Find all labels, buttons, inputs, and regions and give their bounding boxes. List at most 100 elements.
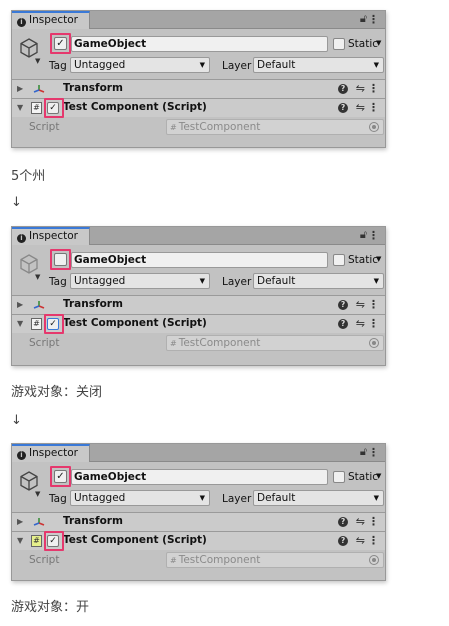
preset-icon[interactable]: ⇋ [356, 317, 365, 330]
script-field[interactable]: # TestComponent [166, 119, 384, 135]
layer-dropdown[interactable]: Default ▼ [253, 490, 384, 506]
fold-right-icon[interactable]: ▶ [17, 516, 23, 528]
transform-axis-icon [33, 301, 45, 309]
transform-axis-icon [33, 85, 45, 93]
object-picker-icon[interactable] [369, 338, 379, 348]
preset-icon[interactable]: ⇋ [356, 82, 365, 95]
layer-dropdown[interactable]: Default ▼ [253, 57, 384, 73]
static-caret-icon[interactable]: ▼ [376, 255, 381, 263]
transform-label: Transform [63, 82, 123, 94]
inspector-tab[interactable]: i Inspector [12, 11, 90, 29]
layer-dropdown[interactable]: Default ▼ [253, 273, 384, 289]
script-hash-icon: # [31, 102, 42, 114]
tab-label: Inspector [29, 230, 78, 242]
gameobject-name-field[interactable]: GameObject [71, 469, 328, 485]
lock-icon[interactable]: 🔓︎ [360, 12, 367, 26]
layer-value: Default [257, 275, 296, 287]
help-icon[interactable]: ? [338, 300, 348, 310]
help-icon[interactable]: ? [338, 517, 348, 527]
info-icon: i [17, 234, 26, 243]
menu-dots-icon[interactable]: ⋮ [368, 298, 379, 311]
static-checkbox[interactable] [333, 471, 345, 483]
script-value: TestComponent [178, 121, 261, 133]
fold-right-icon[interactable]: ▶ [17, 83, 23, 95]
preset-icon[interactable]: ⇋ [356, 101, 365, 114]
fold-right-icon[interactable]: ▶ [17, 299, 23, 311]
menu-dots-icon[interactable]: ⋮ [368, 13, 379, 26]
down-arrow: ↓ [11, 195, 22, 210]
menu-dots-icon[interactable]: ⋮ [368, 229, 379, 242]
inspector-tab-bar: i Inspector 🔓︎ ⋮ [12, 11, 385, 29]
script-value: TestComponent [178, 337, 261, 349]
static-caret-icon[interactable]: ▼ [376, 39, 381, 47]
script-hash-icon: # [31, 535, 42, 547]
chevron-down-icon: ▼ [199, 494, 205, 502]
highlight-box-object [50, 33, 71, 54]
preset-icon[interactable]: ⇋ [356, 298, 365, 311]
static-checkbox[interactable] [333, 254, 345, 266]
icon-dropdown-caret-icon[interactable]: ▼ [35, 490, 40, 498]
object-picker-icon[interactable] [369, 122, 379, 132]
static-label: Static [348, 38, 379, 50]
transform-component-header[interactable]: ▶ Transform ? ⇋ ⋮ [12, 296, 385, 314]
object-picker-icon[interactable] [369, 555, 379, 565]
highlight-box-object [50, 249, 71, 270]
tag-dropdown[interactable]: Untagged ▼ [70, 57, 210, 73]
menu-dots-icon[interactable]: ⋮ [368, 515, 379, 528]
chevron-down-icon: ▼ [199, 277, 205, 285]
component-label: Test Component (Script) [63, 534, 207, 546]
test-component-header[interactable]: ▼ # ✓ Test Component (Script) ? ⇋ ⋮ [12, 99, 385, 117]
inspector-tab[interactable]: i Inspector [12, 444, 90, 462]
help-icon[interactable]: ? [338, 103, 348, 113]
menu-dots-icon[interactable]: ⋮ [368, 534, 379, 547]
preset-icon[interactable]: ⇋ [356, 515, 365, 528]
tag-dropdown[interactable]: Untagged ▼ [70, 273, 210, 289]
help-icon[interactable]: ? [338, 536, 348, 546]
down-arrow: ↓ [11, 413, 22, 428]
script-hash-icon: # [170, 339, 177, 348]
script-field[interactable]: # TestComponent [166, 552, 384, 568]
layer-value: Default [257, 59, 296, 71]
caption-2: 游戏对象：关闭 [11, 385, 103, 400]
layer-label: Layer [222, 276, 252, 288]
gameobject-name-field[interactable]: GameObject [71, 252, 328, 268]
caption-3: 游戏对象：开 [11, 600, 90, 615]
chevron-down-icon: ▼ [199, 61, 205, 69]
menu-dots-icon[interactable]: ⋮ [368, 446, 379, 459]
icon-dropdown-caret-icon[interactable]: ▼ [35, 57, 40, 65]
test-component-header[interactable]: ▼ # ✓ Test Component (Script) ? ⇋ ⋮ [12, 315, 385, 333]
inspector-tab[interactable]: i Inspector [12, 227, 90, 245]
chevron-down-icon: ▼ [373, 61, 379, 69]
test-component-header[interactable]: ▼ # ✓ Test Component (Script) ? ⇋ ⋮ [12, 532, 385, 550]
lock-icon[interactable]: 🔓︎ [360, 445, 367, 459]
static-checkbox[interactable] [333, 38, 345, 50]
menu-dots-icon[interactable]: ⋮ [368, 101, 379, 114]
fold-down-icon[interactable]: ▼ [17, 102, 23, 114]
fold-down-icon[interactable]: ▼ [17, 318, 23, 330]
tag-value: Untagged [74, 59, 126, 71]
highlight-box-component [44, 314, 64, 334]
gameobject-name-field[interactable]: GameObject [71, 36, 328, 52]
script-label: Script [29, 121, 60, 133]
tag-dropdown[interactable]: Untagged ▼ [70, 490, 210, 506]
lock-icon[interactable]: 🔓︎ [360, 228, 367, 242]
fold-down-icon[interactable]: ▼ [17, 535, 23, 547]
transform-axis-icon [33, 518, 45, 526]
help-icon[interactable]: ? [338, 84, 348, 94]
menu-dots-icon[interactable]: ⋮ [368, 82, 379, 95]
menu-dots-icon[interactable]: ⋮ [368, 317, 379, 330]
caption-1: 5个州 [11, 169, 46, 184]
help-icon[interactable]: ? [338, 319, 348, 329]
transform-label: Transform [63, 298, 123, 310]
script-field[interactable]: # TestComponent [166, 335, 384, 351]
icon-dropdown-caret-icon[interactable]: ▼ [35, 273, 40, 281]
transform-component-header[interactable]: ▶ Transform ? ⇋ ⋮ [12, 513, 385, 531]
layer-label: Layer [222, 493, 252, 505]
layer-value: Default [257, 492, 296, 504]
static-caret-icon[interactable]: ▼ [376, 472, 381, 480]
component-label: Test Component (Script) [63, 317, 207, 329]
preset-icon[interactable]: ⇋ [356, 534, 365, 547]
script-hash-icon: # [170, 556, 177, 565]
transform-component-header[interactable]: ▶ Transform ? ⇋ ⋮ [12, 80, 385, 98]
info-icon: i [17, 451, 26, 460]
